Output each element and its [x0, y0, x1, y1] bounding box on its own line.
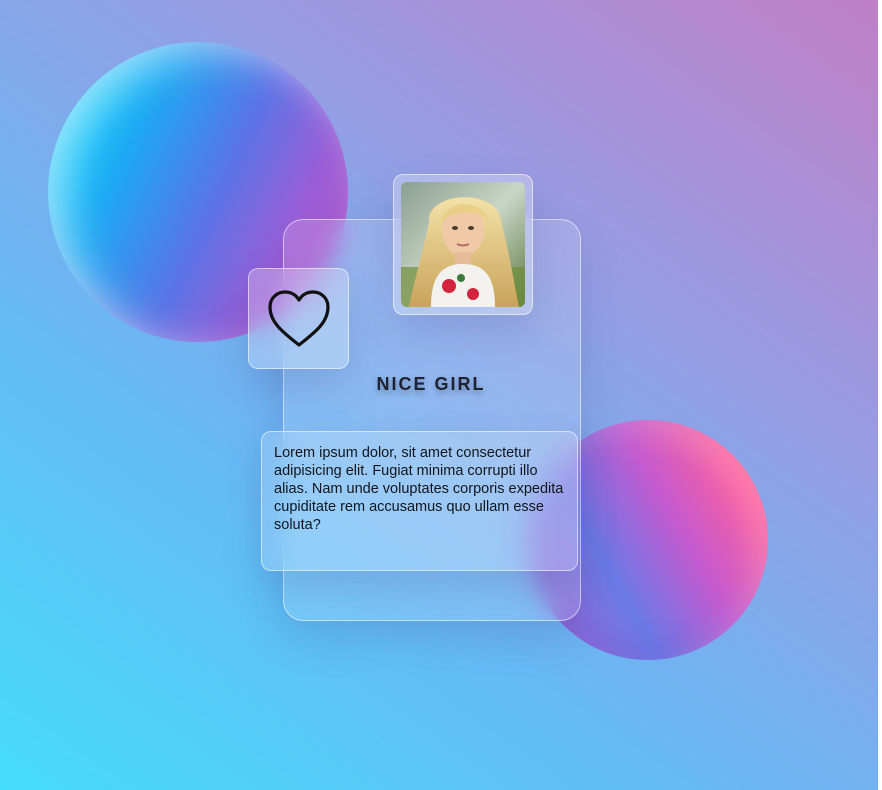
edge-strip [878, 0, 882, 790]
description-panel: Lorem ipsum dolor, sit amet consectetur … [261, 431, 578, 571]
like-button[interactable] [248, 268, 349, 369]
heart-icon [267, 289, 330, 347]
description-text: Lorem ipsum dolor, sit amet consectetur … [274, 445, 564, 533]
card-title: NICE GIRL [376, 374, 486, 394]
profile-photo [401, 182, 525, 307]
profile-photo-frame [393, 174, 533, 315]
